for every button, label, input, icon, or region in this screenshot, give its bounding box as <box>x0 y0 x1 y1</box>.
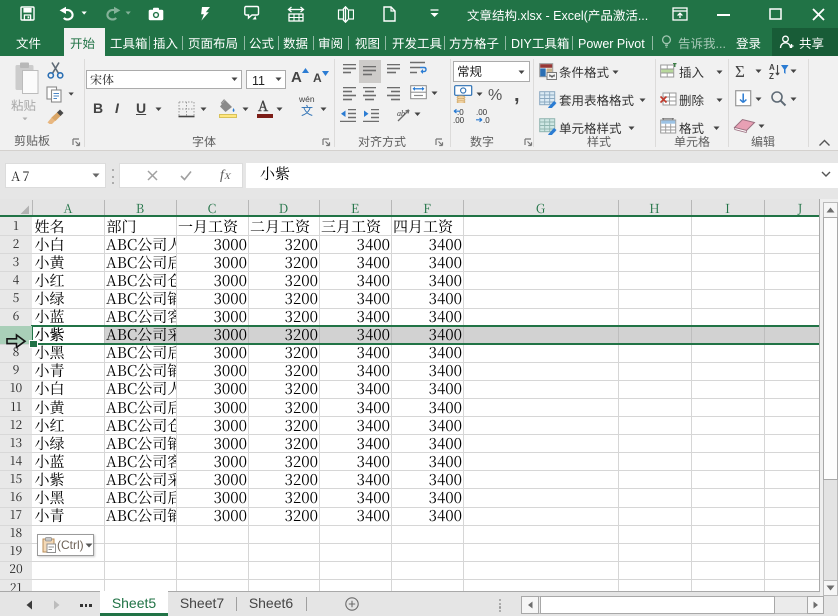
svg-text:ab: ab <box>397 109 405 118</box>
svg-text:.0: .0 <box>483 116 490 123</box>
svg-text:Z: Z <box>769 72 774 80</box>
svg-text:.00: .00 <box>453 116 465 123</box>
svg-text:A: A <box>769 63 775 72</box>
